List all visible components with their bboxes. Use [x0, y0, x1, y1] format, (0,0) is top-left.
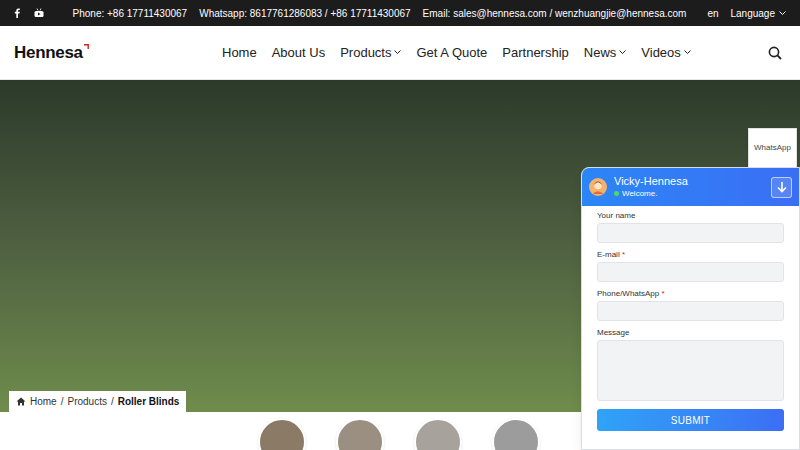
message-textarea[interactable]	[597, 340, 784, 401]
submit-button[interactable]: SUBMIT	[597, 409, 784, 431]
text-input[interactable]	[597, 223, 784, 243]
text-input[interactable]	[597, 262, 784, 282]
contact-info[interactable]: Whatsapp: 8617761286083 / +86 1771143006…	[199, 6, 410, 21]
form-field: Phone/WhatsApp *	[597, 289, 784, 321]
arrow-down-icon	[777, 181, 787, 193]
breadcrumb-item: Roller Blinds	[118, 394, 180, 409]
form-field: E-mail *	[597, 250, 784, 282]
chevron-down-icon	[619, 50, 626, 55]
logo-mark-icon	[84, 44, 89, 49]
language-select[interactable]: Language	[731, 6, 787, 21]
thumbnail[interactable]	[492, 418, 540, 450]
chat-header: Vicky-HennesaWelcome.	[582, 168, 799, 206]
logo[interactable]: Hennesa	[14, 44, 83, 61]
nav-item[interactable]: About Us	[272, 43, 325, 63]
chevron-down-icon	[684, 50, 691, 55]
chat-form: Your name E-mail * Phone/WhatsApp * Message…	[582, 206, 799, 431]
whatsapp-tab[interactable]: WhatsApp	[748, 128, 797, 168]
form-field: Message	[597, 328, 784, 401]
nav-item[interactable]: Partnership	[502, 43, 568, 63]
main-nav: Hennesa Home About Us Products Get A Quote Pa…	[0, 26, 800, 80]
minimize-button[interactable]	[771, 177, 792, 198]
breadcrumb-item[interactable]: Home	[30, 394, 57, 409]
youtube-icon[interactable]	[34, 8, 44, 18]
chevron-down-icon	[779, 11, 786, 16]
search-icon[interactable]	[768, 46, 782, 60]
nav-item[interactable]: Videos	[641, 43, 691, 63]
field-label: Message	[597, 328, 784, 338]
language-code[interactable]: en	[707, 6, 718, 21]
facebook-icon[interactable]	[14, 8, 20, 18]
nav-item[interactable]: News	[584, 43, 627, 63]
top-bar: Phone: +86 17711430067 Whatsapp: 86177612…	[0, 0, 800, 26]
breadcrumb: Home/Products/Roller Blinds	[9, 391, 186, 412]
breadcrumb-item[interactable]: Products	[67, 394, 106, 409]
online-dot	[614, 191, 619, 196]
nav-item[interactable]: Home	[222, 43, 257, 63]
nav-item[interactable]: Get A Quote	[416, 43, 487, 63]
field-label: Your name	[597, 211, 784, 221]
chevron-down-icon	[394, 50, 401, 55]
form-field: Your name	[597, 211, 784, 243]
nav-item[interactable]: Products	[340, 43, 401, 63]
contact-info[interactable]: Phone: +86 17711430067	[73, 6, 188, 21]
agent-name: Vicky-Hennesa	[614, 175, 688, 189]
text-input[interactable]	[597, 301, 784, 321]
thumbnail[interactable]	[258, 418, 306, 450]
avatar-icon	[589, 178, 607, 196]
field-label: E-mail *	[597, 250, 784, 260]
thumbnail[interactable]	[414, 418, 462, 450]
chat-widget: Vicky-HennesaWelcome. Your name E-mail * Ph…	[581, 167, 800, 450]
contact-info[interactable]: Email: sales@hennesa.com / wenzhuangjie@…	[423, 6, 687, 21]
field-label: Phone/WhatsApp *	[597, 289, 784, 299]
thumbnail[interactable]	[336, 418, 384, 450]
home-icon	[16, 397, 26, 406]
